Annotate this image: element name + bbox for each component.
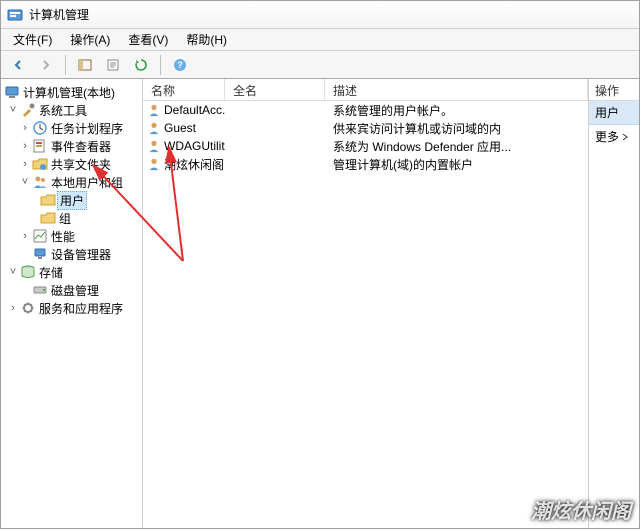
actions-body: 用户 更多 (589, 101, 639, 148)
list-body: DefaultAcc... 系统管理的用户帐户。 Guest 供来宾访问计算机或… (143, 101, 588, 528)
tree-label: 计算机管理(本地) (23, 84, 115, 101)
list-row[interactable]: 潮炫休闲阁 管理计算机(域)的内置帐户 (143, 155, 588, 173)
user-icon (147, 157, 161, 171)
action-context: 用户 (589, 101, 639, 125)
chevron-right-icon (621, 133, 629, 141)
tree-label: 性能 (51, 228, 75, 245)
tree-label: 系统工具 (39, 102, 87, 119)
toolbar: ? (1, 51, 639, 79)
tree-label: 存储 (39, 264, 63, 281)
expand-icon[interactable]: › (19, 122, 31, 134)
computer-icon (4, 84, 20, 100)
properties-button[interactable] (102, 54, 124, 76)
folder-icon (40, 210, 56, 226)
expand-icon[interactable]: › (19, 140, 31, 152)
disk-icon (32, 282, 48, 298)
toolbar-separator (160, 55, 161, 75)
tree-label: 本地用户和组 (51, 174, 123, 191)
tree-label: 任务计划程序 (51, 120, 123, 137)
collapse-icon[interactable]: ˅ (7, 104, 19, 116)
menubar: 文件(F) 操作(A) 查看(V) 帮助(H) (1, 29, 639, 51)
list-row[interactable]: DefaultAcc... 系统管理的用户帐户。 (143, 101, 588, 119)
user-icon (147, 121, 161, 135)
tree-label: 服务和应用程序 (39, 300, 123, 317)
tree-event-viewer[interactable]: › 事件查看器 (1, 137, 142, 155)
tree-label: 共享文件夹 (51, 156, 111, 173)
list-header: 名称 全名 描述 (143, 79, 588, 101)
storage-icon (20, 264, 36, 280)
user-icon (147, 103, 161, 117)
actions-header: 操作 (589, 79, 639, 101)
toolbar-separator (65, 55, 66, 75)
cell-name: DefaultAcc... (164, 103, 225, 117)
shared-folder-icon (32, 156, 48, 172)
clock-icon (32, 120, 48, 136)
tree-panel: 计算机管理(本地) ˅ 系统工具 › 任务计划程序 › 事件查看器 › 共享文件… (1, 79, 143, 528)
tree-performance[interactable]: › 性能 (1, 227, 142, 245)
col-fullname[interactable]: 全名 (225, 79, 325, 100)
tree-label: 磁盘管理 (51, 282, 99, 299)
svg-text:?: ? (177, 60, 183, 70)
tree-shared-folders[interactable]: › 共享文件夹 (1, 155, 142, 173)
action-more[interactable]: 更多 (589, 125, 639, 148)
cell-name: WDAGUtilit... (164, 139, 225, 153)
back-button[interactable] (7, 54, 29, 76)
user-icon (147, 139, 161, 153)
services-icon (20, 300, 36, 316)
list-row[interactable]: Guest 供来宾访问计算机或访问域的内 (143, 119, 588, 137)
tree-local-users-groups[interactable]: ˅ 本地用户和组 (1, 173, 142, 191)
col-description[interactable]: 描述 (325, 79, 588, 100)
collapse-icon[interactable]: ˅ (7, 266, 19, 278)
show-hide-button[interactable] (74, 54, 96, 76)
tree-label: 事件查看器 (51, 138, 111, 155)
event-icon (32, 138, 48, 154)
tree-system-tools[interactable]: ˅ 系统工具 (1, 101, 142, 119)
cell-description: 管理计算机(域)的内置帐户 (325, 156, 588, 173)
tree-groups[interactable]: 组 (1, 209, 142, 227)
window-title: 计算机管理 (29, 6, 89, 23)
expand-icon[interactable]: › (7, 302, 19, 314)
users-group-icon (32, 174, 48, 190)
forward-button[interactable] (35, 54, 57, 76)
cell-name: 潮炫休闲阁 (164, 156, 224, 173)
tree-disk-management[interactable]: 磁盘管理 (1, 281, 142, 299)
performance-icon (32, 228, 48, 244)
tree-storage[interactable]: ˅ 存储 (1, 263, 142, 281)
action-label: 更多 (595, 128, 619, 145)
collapse-icon[interactable]: ˅ (19, 176, 31, 188)
device-icon (32, 246, 48, 262)
tree-device-manager[interactable]: 设备管理器 (1, 245, 142, 263)
cell-name: Guest (164, 121, 196, 135)
list-panel: 名称 全名 描述 DefaultAcc... 系统管理的用户帐户。 Guest … (143, 79, 589, 528)
cell-description: 系统为 Windows Defender 应用... (325, 138, 588, 155)
folder-icon (40, 192, 56, 208)
app-icon (7, 7, 23, 23)
cell-description: 供来宾访问计算机或访问域的内 (325, 120, 588, 137)
list-row[interactable]: WDAGUtilit... 系统为 Windows Defender 应用... (143, 137, 588, 155)
tree-label: 用户 (57, 191, 87, 210)
expand-icon[interactable]: › (19, 230, 31, 242)
tree-task-scheduler[interactable]: › 任务计划程序 (1, 119, 142, 137)
tree-users[interactable]: 用户 (1, 191, 142, 209)
refresh-button[interactable] (130, 54, 152, 76)
titlebar: 计算机管理 (1, 1, 639, 29)
menu-view[interactable]: 查看(V) (120, 29, 176, 50)
tools-icon (20, 102, 36, 118)
tree-root[interactable]: 计算机管理(本地) (1, 83, 142, 101)
content-area: 计算机管理(本地) ˅ 系统工具 › 任务计划程序 › 事件查看器 › 共享文件… (1, 79, 639, 528)
menu-action[interactable]: 操作(A) (62, 29, 118, 50)
help-button[interactable]: ? (169, 54, 191, 76)
actions-panel: 操作 用户 更多 (589, 79, 639, 528)
expand-icon[interactable]: › (19, 158, 31, 170)
menu-help[interactable]: 帮助(H) (178, 29, 235, 50)
tree-services-apps[interactable]: › 服务和应用程序 (1, 299, 142, 317)
tree-label: 设备管理器 (51, 246, 111, 263)
col-name[interactable]: 名称 (143, 79, 225, 100)
tree-label: 组 (59, 210, 71, 227)
cell-description: 系统管理的用户帐户。 (325, 102, 588, 119)
menu-file[interactable]: 文件(F) (5, 29, 60, 50)
